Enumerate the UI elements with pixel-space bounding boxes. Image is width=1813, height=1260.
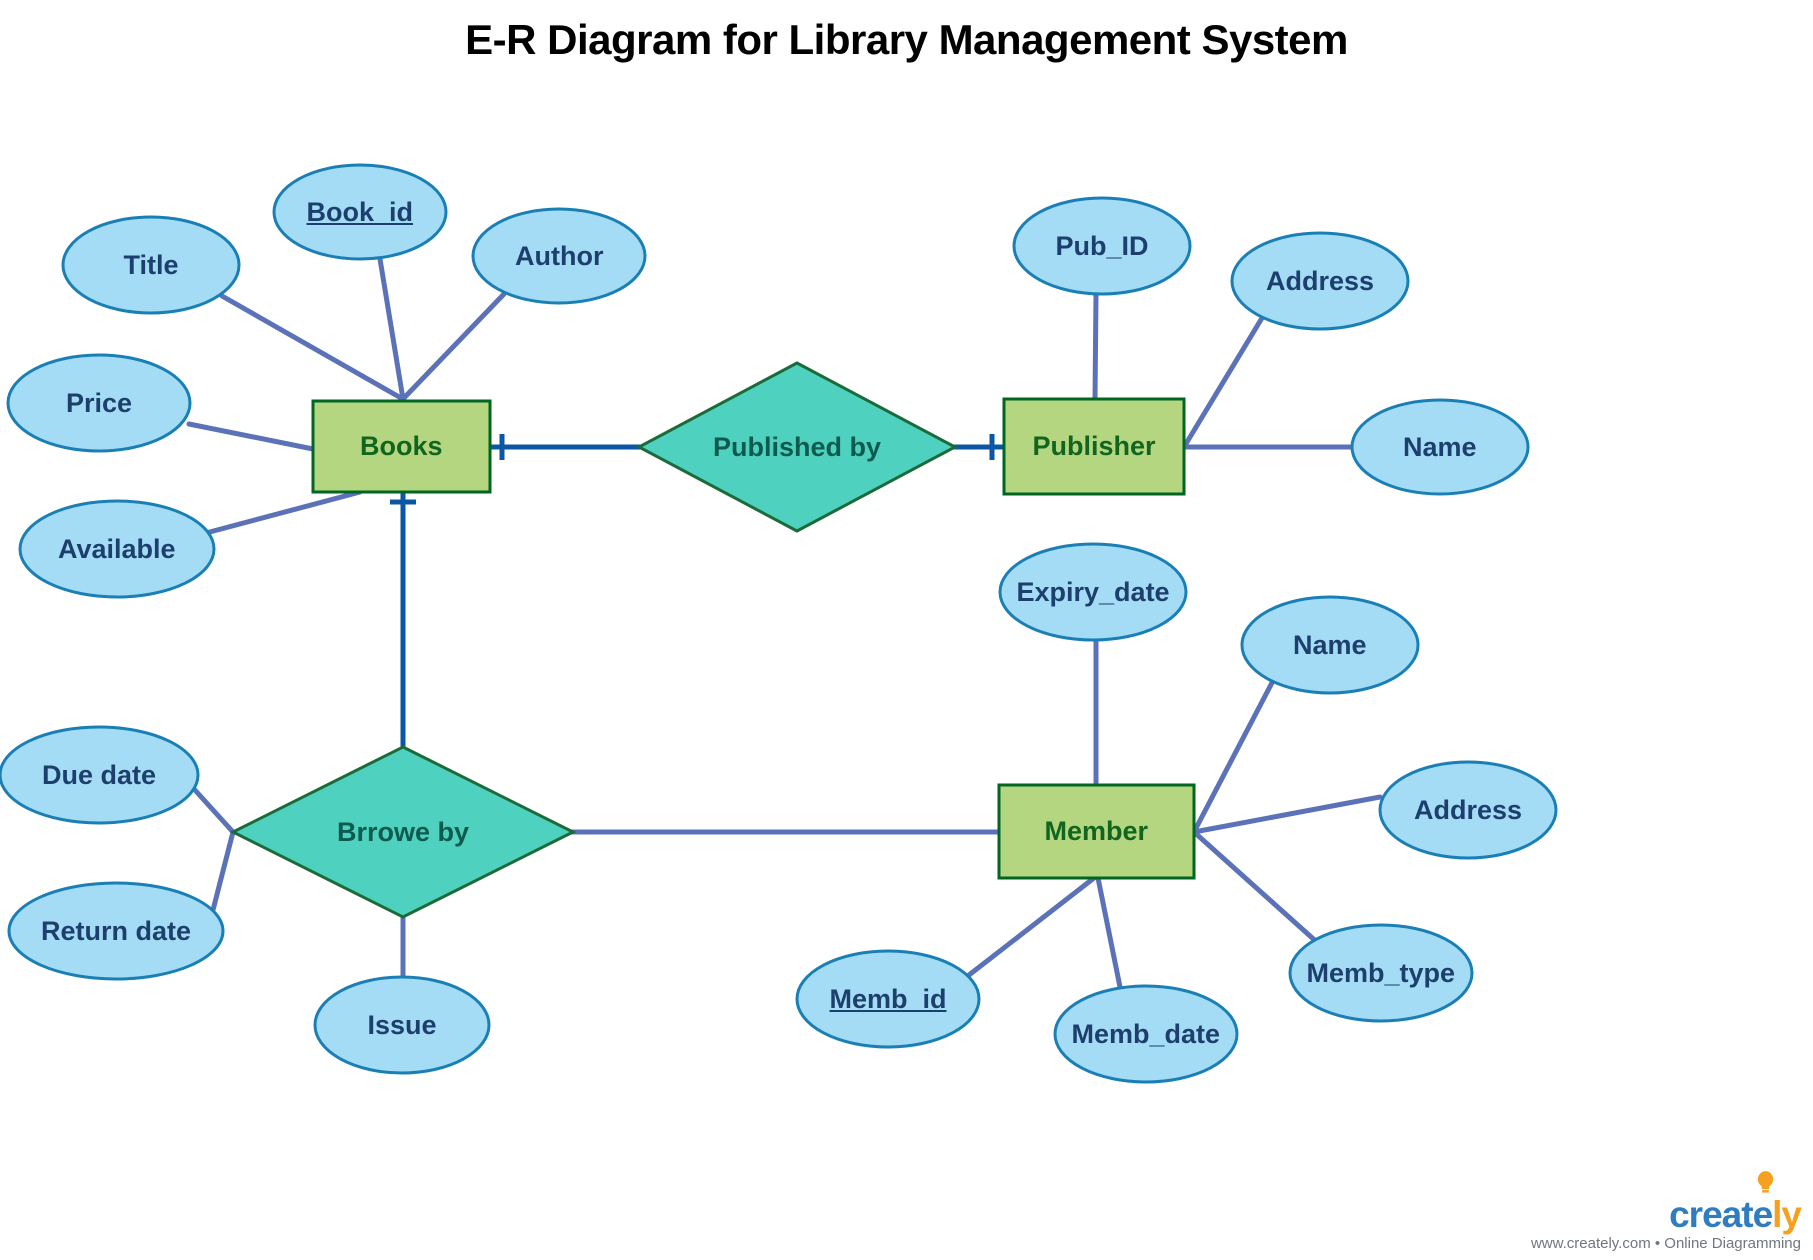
- cardinality-layer: [390, 434, 1004, 845]
- attribute-ellipse-title[interactable]: [61, 215, 241, 315]
- connector-membid-member: [966, 875, 1097, 978]
- connector-address-publisher: [1181, 315, 1265, 450]
- attribute-ellipse-pub_address[interactable]: [1230, 231, 1410, 331]
- relationship-diamond-brrowe_by[interactable]: [229, 745, 577, 919]
- attribute-ellipse-pub_id[interactable]: [1012, 196, 1192, 296]
- attribute-ellipse-available[interactable]: [18, 499, 216, 599]
- attribute-ellipse-author[interactable]: [471, 207, 647, 305]
- attribute-ellipse-due_date[interactable]: [0, 725, 200, 825]
- diagram-svg: [0, 163, 1558, 1084]
- connector-price-books: [186, 421, 316, 452]
- lightbulb-icon: [1757, 1171, 1774, 1193]
- entity-rect-publisher[interactable]: [1002, 397, 1186, 496]
- connector-address-member: [1191, 794, 1383, 835]
- creately-logo-text-a: create: [1669, 1194, 1773, 1235]
- attribute-ellipse-expiry_date[interactable]: [998, 542, 1188, 642]
- attribute-ellipse-return_date[interactable]: [7, 881, 225, 981]
- creately-watermark: creately www.creately.com • Online Diagr…: [1530, 1171, 1802, 1252]
- connector-title-books: [219, 293, 404, 401]
- connector-membdate-member: [1095, 875, 1123, 990]
- attribute-ellipse-book_id[interactable]: [272, 163, 448, 261]
- relationship-diamond-published_by[interactable]: [635, 361, 959, 533]
- connector-author-books: [400, 291, 507, 402]
- attribute-ellipse-memb_type[interactable]: [1288, 923, 1474, 1023]
- connector-book_id-books: [377, 256, 406, 402]
- connector-pub_id-publisher: [1092, 291, 1099, 402]
- entity-rect-books[interactable]: [311, 399, 492, 494]
- attribute-ellipse-memb_addr[interactable]: [1378, 760, 1558, 860]
- attribute-ellipse-pub_name[interactable]: [1350, 398, 1530, 496]
- attribute-ellipse-memb_name[interactable]: [1240, 595, 1420, 695]
- entity-rect-member[interactable]: [997, 783, 1196, 880]
- attribute-ellipse-memb_id[interactable]: [795, 949, 981, 1049]
- attribute-ellipse-issue[interactable]: [313, 975, 491, 1075]
- connector-returndate-brrowe: [210, 829, 236, 913]
- creately-tagline: www.creately.com • Online Diagramming: [1530, 1235, 1801, 1252]
- connector-membtype-member: [1191, 829, 1322, 947]
- attribute-ellipse-memb_date[interactable]: [1053, 984, 1239, 1084]
- attribute-ellipse-price[interactable]: [6, 353, 192, 453]
- er-diagram-canvas: E-R Diagram for Library Management Syste…: [0, 0, 1813, 1260]
- creately-logo: creately: [1669, 1171, 1802, 1235]
- connector-duedate-brrowe: [191, 786, 236, 835]
- connector-name-member: [1191, 674, 1278, 835]
- connector-available-books: [203, 489, 363, 536]
- creately-logo-text-b: ly: [1772, 1194, 1802, 1235]
